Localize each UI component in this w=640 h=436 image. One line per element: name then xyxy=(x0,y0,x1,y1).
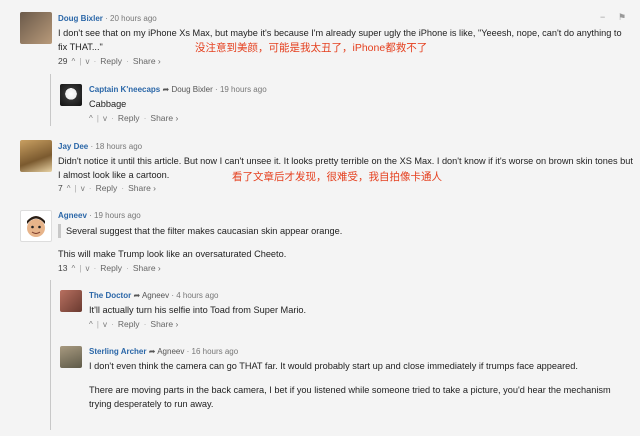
downvote-icon[interactable]: v xyxy=(81,184,85,193)
reply-to-name[interactable]: Doug Bixler xyxy=(171,85,212,94)
dot-separator: · xyxy=(121,183,125,193)
reply-button[interactable]: Reply xyxy=(96,183,118,193)
share-button[interactable]: Share › xyxy=(150,113,178,123)
author-name[interactable]: Sterling Archer xyxy=(89,347,147,356)
avatar[interactable] xyxy=(20,140,52,172)
author-name[interactable]: Captain K'neecaps xyxy=(89,85,160,94)
vote-count: 7 xyxy=(58,183,63,193)
annotation-text: 没注意到美颜，可能是我太丑了，iPhone都救不了 xyxy=(195,42,428,54)
dot-separator: · xyxy=(126,263,129,273)
reply-arrow-icon: ➦ xyxy=(133,291,141,300)
reply-button[interactable]: Reply xyxy=(118,319,140,329)
reply-arrow-icon: ➦ xyxy=(162,85,170,94)
dot-separator: · xyxy=(110,319,114,329)
thread-line xyxy=(50,74,51,126)
avatar[interactable] xyxy=(20,12,52,44)
separator: | xyxy=(79,263,82,273)
avatar[interactable] xyxy=(60,84,82,106)
memoji-icon xyxy=(27,216,45,237)
dot-separator: · xyxy=(105,14,108,23)
dot-separator: · xyxy=(215,85,218,94)
author-name[interactable]: Doug Bixler xyxy=(58,14,103,23)
comment-text: It'll actually turn his selfie into Toad… xyxy=(89,305,307,315)
timestamp[interactable]: 19 hours ago xyxy=(220,85,267,94)
downvote-icon[interactable]: v xyxy=(103,114,107,123)
avatar[interactable] xyxy=(20,210,52,242)
dot-separator: · xyxy=(143,113,147,123)
separator: | xyxy=(79,56,82,66)
comment-text: This will make Trump look like an oversa… xyxy=(58,249,287,259)
upvote-icon[interactable]: ^ xyxy=(71,57,75,66)
vote-count: 13 xyxy=(58,263,68,273)
separator: | xyxy=(96,319,99,329)
upvote-icon[interactable]: ^ xyxy=(89,114,93,123)
timestamp[interactable]: 19 hours ago xyxy=(94,211,141,220)
downvote-icon[interactable]: v xyxy=(85,57,89,66)
dot-separator: · xyxy=(143,319,147,329)
reply-button[interactable]: Reply xyxy=(100,56,122,66)
upvote-icon[interactable]: ^ xyxy=(89,320,93,329)
downvote-icon[interactable]: v xyxy=(103,320,107,329)
reply-arrow-icon: ➦ xyxy=(148,347,156,356)
comment-text: Cabbage xyxy=(89,99,127,109)
share-button[interactable]: Share › xyxy=(150,319,178,329)
avatar[interactable] xyxy=(60,346,82,368)
reply-to-name[interactable]: Agneev xyxy=(157,347,184,356)
comment-text-paragraph-2: There are moving parts in the back camer… xyxy=(89,385,611,409)
dot-separator: · xyxy=(90,142,94,151)
comment-text: I don't even think the camera can go THA… xyxy=(89,361,578,371)
upvote-icon[interactable]: ^ xyxy=(67,184,71,193)
avatar[interactable] xyxy=(60,290,82,312)
reply-to-name[interactable]: Agneev xyxy=(142,291,169,300)
flag-icon[interactable]: ⚑ xyxy=(618,12,626,23)
dot-separator: · xyxy=(88,183,92,193)
timestamp[interactable]: 4 hours ago xyxy=(176,291,218,300)
separator: | xyxy=(74,183,77,193)
downvote-icon[interactable]: v xyxy=(85,264,89,273)
share-button[interactable]: Share › xyxy=(133,263,161,273)
dot-separator: · xyxy=(186,347,190,356)
separator: | xyxy=(96,113,99,123)
timestamp[interactable]: 16 hours ago xyxy=(192,347,239,356)
quote-text: Several suggest that the filter makes ca… xyxy=(58,224,342,238)
share-button[interactable]: Share › xyxy=(133,56,161,66)
reply-button[interactable]: Reply xyxy=(118,113,140,123)
annotation-text: 看了文章后才发现，很难受，我自拍像卡通人 xyxy=(232,171,442,183)
dot-separator: · xyxy=(89,211,92,220)
dot-separator: · xyxy=(110,113,114,123)
dot-separator: · xyxy=(93,263,97,273)
reply-button[interactable]: Reply xyxy=(100,263,122,273)
timestamp[interactable]: 20 hours ago xyxy=(110,14,157,23)
collapse-icon[interactable]: − xyxy=(600,12,605,22)
author-name[interactable]: The Doctor xyxy=(89,291,131,300)
thread-line xyxy=(50,280,51,430)
author-name[interactable]: Jay Dee xyxy=(58,142,88,151)
timestamp[interactable]: 18 hours ago xyxy=(95,142,142,151)
share-button[interactable]: Share › xyxy=(128,183,156,193)
upvote-icon[interactable]: ^ xyxy=(71,264,75,273)
dot-separator: · xyxy=(126,56,129,66)
dot-separator: · xyxy=(93,56,97,66)
author-name[interactable]: Agneev xyxy=(58,211,87,220)
dot-separator: · xyxy=(171,291,174,300)
vote-count: 29 xyxy=(58,56,68,66)
